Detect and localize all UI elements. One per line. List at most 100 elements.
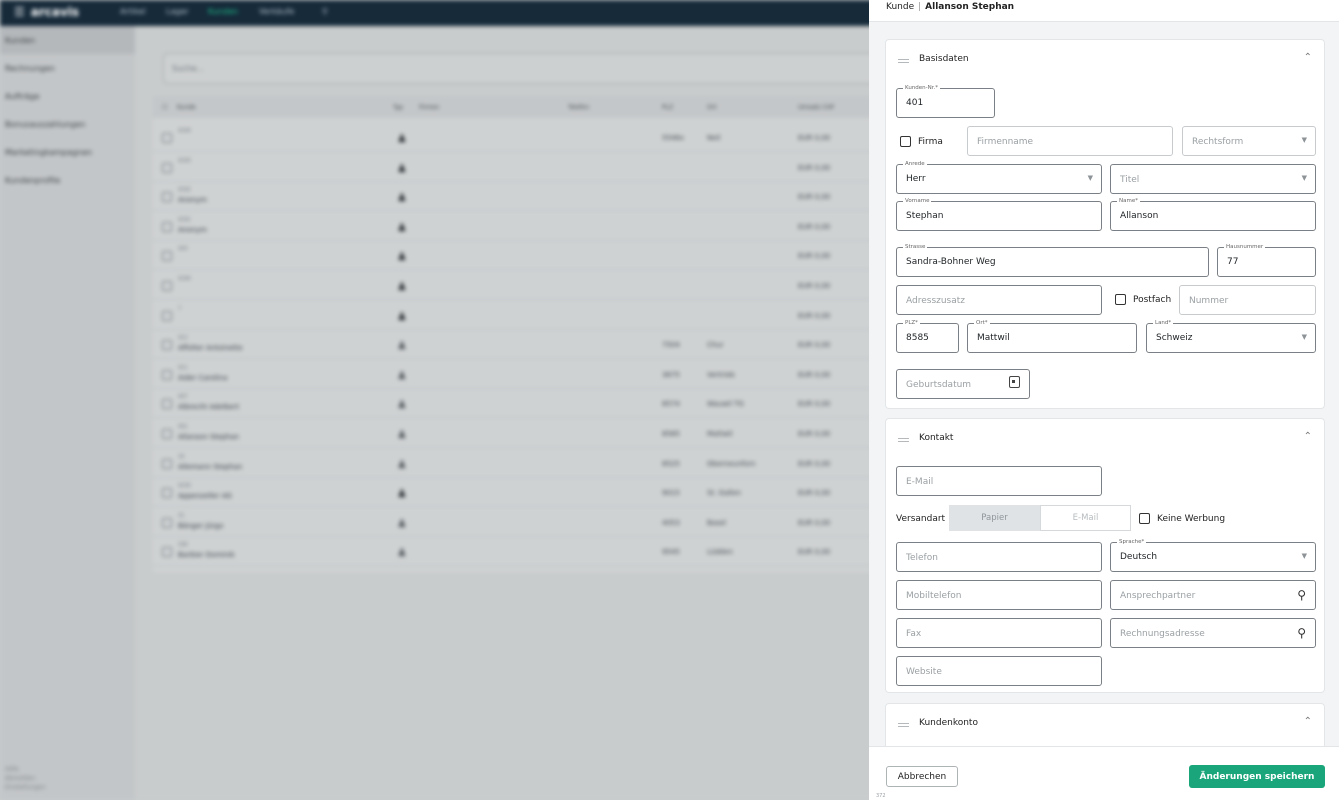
firma-checkbox[interactable] [900, 136, 911, 147]
land-select[interactable]: Land* Schweiz ▼ [1146, 319, 1316, 353]
website-field[interactable]: Website [896, 656, 1102, 686]
name-field[interactable]: Name* Allanson [1110, 197, 1316, 231]
drag-handle-icon[interactable] [898, 723, 909, 727]
sidebar-footer-einstellungen[interactable]: Einstellungen [5, 783, 46, 792]
row-checkbox[interactable] [162, 192, 172, 203]
chevron-up-icon[interactable]: ⌃ [1304, 431, 1312, 442]
rechtsform-select[interactable]: Rechtsform ▼ [1182, 126, 1316, 156]
drag-handle-icon[interactable] [898, 59, 909, 63]
nav-verkaeufe[interactable]: Verkäufe [259, 7, 294, 16]
row-checkbox[interactable] [162, 221, 172, 232]
adresszusatz-field[interactable]: Adresszusatz [896, 285, 1102, 315]
select-all-checkbox[interactable]: ☐ [162, 104, 167, 111]
postfach-checkbox[interactable] [1115, 294, 1126, 305]
customer-number: 420 [178, 246, 188, 253]
customer-plz: 9545 [662, 548, 680, 557]
customer-number: 412 [178, 335, 188, 342]
vorname-field[interactable]: Vorname Stephan [896, 197, 1102, 231]
sidebar-footer-abmelden[interactable]: Abmelden [5, 774, 46, 783]
panel-scroll-area[interactable]: Basisdaten ⌃ Kunden-Nr.* 401 Firma Firme… [869, 23, 1339, 746]
sidebar-item-kundenprofile[interactable]: Kundenprofile [0, 166, 135, 194]
postfach-nummer-field[interactable]: Nummer [1179, 285, 1316, 315]
column-header-kunde[interactable]: Kunde [177, 104, 196, 111]
sidebar-item-marketingkampagnen[interactable]: Marketingkampagnen [0, 138, 135, 166]
row-checkbox[interactable] [162, 281, 172, 291]
search-icon[interactable]: ⚲ [1297, 626, 1306, 640]
kundennr-field[interactable]: Kunden-Nr.* 401 [896, 84, 995, 118]
customer-number: 4194 [178, 128, 191, 134]
column-header-umsatz[interactable]: Umsatz CHF [798, 104, 835, 111]
row-checkbox[interactable] [162, 251, 172, 262]
row-checkbox[interactable] [162, 488, 172, 499]
customer-name: Allanson Stephan [178, 433, 240, 441]
row-checkbox[interactable] [162, 162, 172, 173]
nav-kunden[interactable]: Kunden [208, 7, 238, 16]
keine-werbung-checkbox-wrap[interactable]: Keine Werbung [1139, 513, 1225, 524]
row-checkbox[interactable] [162, 547, 172, 558]
row-checkbox[interactable] [162, 133, 172, 143]
person-icon: ♟ [397, 132, 407, 145]
fax-field[interactable]: Fax [896, 618, 1102, 648]
ort-field[interactable]: Ort* Mattwil [967, 319, 1137, 353]
keine-werbung-checkbox[interactable] [1139, 513, 1150, 524]
geburtsdatum-field[interactable]: Geburtsdatum [896, 369, 1030, 399]
menu-icon[interactable]: ☰ [14, 5, 25, 19]
column-header-firmen[interactable]: Firmen [419, 104, 439, 111]
sidebar-item-bonusauszahlungen[interactable]: Bonusauszahlungen [0, 110, 135, 138]
versandart-option-papier[interactable]: Papier [949, 505, 1040, 531]
versandart-option-email[interactable]: E-Mail [1040, 505, 1131, 531]
kontakt-header[interactable]: Kontakt ⌃ [886, 419, 1326, 459]
nav-artikel[interactable]: Artikel [120, 7, 146, 16]
telefon-field[interactable]: Telefon [896, 542, 1102, 572]
calendar-icon[interactable] [1009, 376, 1020, 388]
column-header-ort[interactable]: Ort [707, 104, 717, 111]
search-icon[interactable]: ⚲ [322, 7, 328, 16]
postfach-checkbox-wrap[interactable]: Postfach [1115, 294, 1171, 305]
customer-name: Affolter Antoinette [178, 344, 243, 353]
row-checkbox[interactable] [162, 399, 172, 410]
chevron-up-icon[interactable]: ⌃ [1304, 716, 1312, 727]
sidebar-footer: Hilfe Abmelden Einstellungen [5, 765, 46, 792]
drag-handle-icon[interactable] [898, 438, 909, 442]
customer-ort: Oberneunforn [707, 459, 756, 468]
kundenkonto-header[interactable]: Kundenkonto ⌃ [886, 704, 1326, 744]
plz-field[interactable]: PLZ* 8585 [896, 319, 959, 353]
row-checkbox[interactable] [162, 369, 172, 380]
column-header-typ[interactable]: Typ [393, 104, 403, 111]
row-checkbox[interactable] [162, 429, 172, 439]
customer-edit-panel: Kunde | Allanson Stephan Basisdaten ⌃ Kund… [869, 0, 1339, 800]
save-changes-button[interactable]: Änderungen speichern [1189, 765, 1325, 788]
sidebar-item-kunden[interactable]: Kunden [0, 26, 135, 54]
firmenname-field[interactable]: Firmenname [967, 126, 1173, 156]
titel-select[interactable]: Titel ▼ [1110, 164, 1316, 194]
customer-umsatz: EUR 0,00 [798, 548, 831, 557]
strasse-field[interactable]: Strasse Sandra-Bohner Weg [896, 243, 1209, 277]
column-header-telefon[interactable]: Telefon [568, 104, 589, 111]
customer-ort: Mattwil [707, 430, 733, 438]
hausnummer-field[interactable]: Hausnummer 77 [1217, 243, 1316, 277]
sprache-select[interactable]: Sprache* Deutsch ▼ [1110, 538, 1316, 572]
row-checkbox[interactable] [162, 517, 172, 528]
firma-checkbox-wrap[interactable]: Firma [900, 136, 943, 147]
nav-lager[interactable]: Lager [166, 7, 189, 16]
cancel-button[interactable]: Abbrechen [886, 766, 958, 787]
mobiltelefon-field[interactable]: Mobiltelefon [896, 580, 1102, 610]
row-checkbox[interactable] [162, 310, 172, 321]
chevron-up-icon[interactable]: ⌃ [1304, 52, 1312, 63]
anrede-select[interactable]: Anrede Herr ▼ [896, 160, 1102, 194]
sidebar-item-auftraege[interactable]: Aufträge [0, 82, 135, 110]
customer-umsatz: EUR 0,00 [798, 282, 831, 290]
email-field[interactable]: E-Mail [896, 466, 1102, 496]
sidebar-footer-hilfe[interactable]: Hilfe [5, 765, 46, 774]
row-checkbox[interactable] [162, 458, 172, 469]
column-header-plz[interactable]: PLZ [662, 104, 673, 111]
row-checkbox[interactable] [162, 340, 172, 351]
search-icon[interactable]: ⚲ [1297, 588, 1306, 602]
customer-name: Bänger Jürgo [178, 521, 224, 530]
sidebar-item-rechnungen[interactable]: Rechnungen [0, 54, 135, 82]
strasse-value: Sandra-Bohner Weg [906, 257, 996, 267]
basisdaten-header[interactable]: Basisdaten ⌃ [886, 40, 1326, 80]
ansprechpartner-field[interactable]: Ansprechpartner ⚲ [1110, 580, 1316, 610]
rechnungsadresse-field[interactable]: Rechnungsadresse ⚲ [1110, 618, 1316, 648]
breadcrumb-root[interactable]: Kunde [886, 2, 914, 12]
